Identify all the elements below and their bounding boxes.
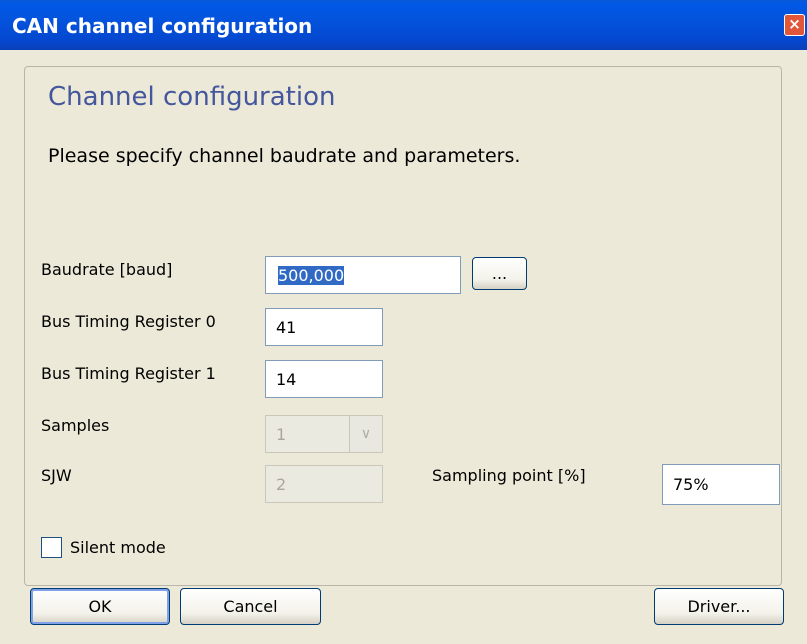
sjw-input: 2 (265, 465, 383, 503)
chevron-down-icon: ∨ (349, 416, 382, 452)
window-title: CAN channel configuration (12, 14, 313, 38)
sjw-label: SJW (41, 466, 72, 485)
cancel-button[interactable]: Cancel (180, 588, 321, 625)
ok-button[interactable]: OK (30, 588, 170, 625)
btr0-input[interactable]: 41 (265, 308, 383, 346)
page-subtitle: Please specify channel baudrate and para… (48, 145, 521, 167)
baudrate-value: 500,000 (278, 265, 345, 285)
samples-label: Samples (41, 416, 110, 435)
btr0-label: Bus Timing Register 0 (41, 312, 216, 331)
baudrate-label: Baudrate [baud] (41, 260, 173, 279)
close-button[interactable]: × (784, 14, 805, 36)
sampling-point-input[interactable]: 75% (662, 464, 780, 505)
silent-mode-checkbox[interactable] (41, 537, 62, 558)
btr1-input[interactable]: 14 (265, 360, 383, 398)
page-heading: Channel configuration (48, 82, 336, 112)
sampling-point-label: Sampling point [%] (432, 466, 586, 485)
baudrate-browse-button[interactable]: ... (472, 257, 527, 290)
silent-mode-label: Silent mode (70, 538, 166, 557)
samples-value: 1 (276, 424, 287, 444)
baudrate-input[interactable]: 500,000 (265, 256, 461, 294)
btr1-label: Bus Timing Register 1 (41, 364, 216, 383)
title-bar: CAN channel configuration × (0, 0, 807, 50)
driver-button[interactable]: Driver... (654, 588, 784, 625)
